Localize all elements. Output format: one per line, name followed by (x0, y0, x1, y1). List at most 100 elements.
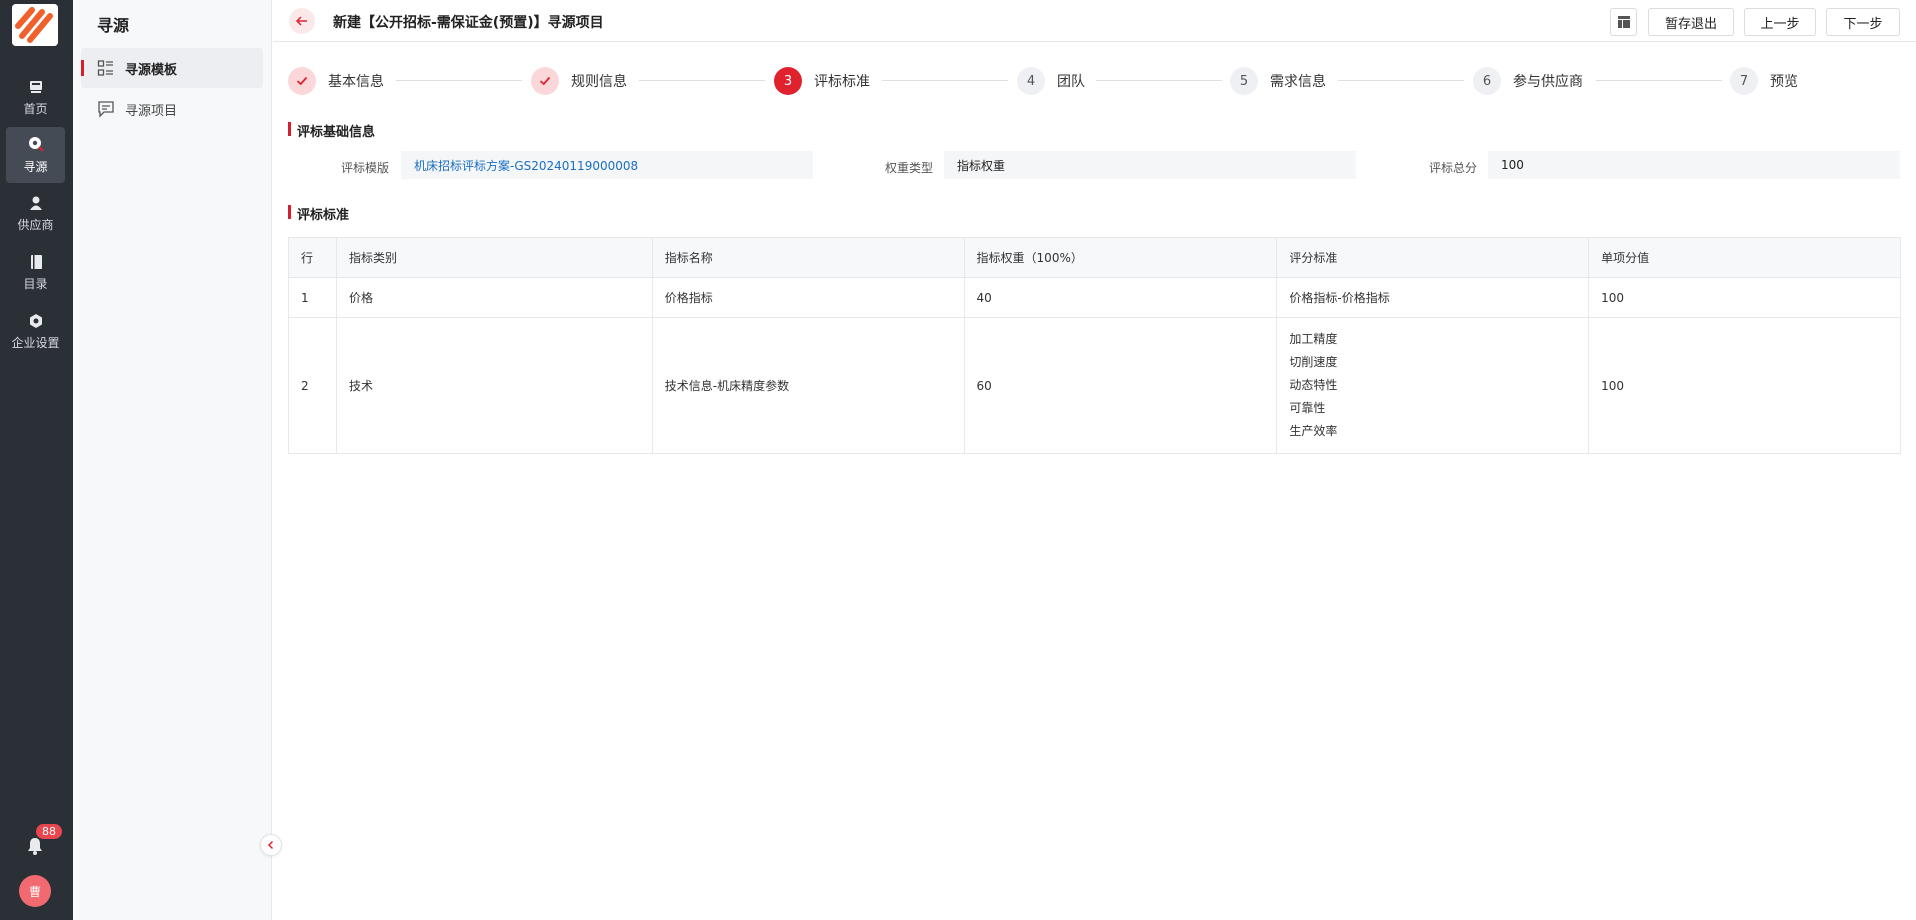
scoring-standard: 切削速度 (1289, 355, 1338, 369)
template-list-icon (97, 60, 113, 76)
section-title-basic: 评标基础信息 (288, 121, 375, 140)
step-connector (1596, 80, 1722, 81)
app-rail: 首页 寻源 供应商 目录 企业设置 88 曹 (0, 0, 73, 920)
sidebar-item-sourcing-template[interactable]: 寻源模板 (81, 48, 263, 88)
scoring-standard: 价格指标-价格指标 (1276, 277, 1590, 318)
scoring-standard: 加工精度 (1289, 332, 1338, 346)
check-icon (531, 67, 559, 95)
weight-type-label: 权重类型 (885, 161, 934, 175)
template-label: 评标模版 (341, 161, 390, 175)
step-requirement-info[interactable]: 5 需求信息 (1230, 66, 1326, 96)
notification-badge: 88 (35, 823, 63, 840)
nav-catalog[interactable]: 目录 (6, 245, 65, 301)
step-label: 需求信息 (1270, 74, 1326, 90)
indicator-category: 技术 (335, 317, 653, 454)
step-number: 6 (1473, 67, 1501, 95)
indicator-category: 价格 (335, 277, 653, 318)
nav-supplier[interactable]: 供应商 (6, 186, 65, 242)
nav-settings-label: 企业设置 (11, 336, 60, 350)
step-connector (396, 80, 522, 81)
back-button[interactable] (289, 8, 315, 34)
nav-home[interactable]: 首页 (6, 70, 65, 126)
step-preview[interactable]: 7 预览 (1730, 66, 1798, 96)
nav-home-label: 首页 (23, 102, 48, 116)
sidebar-collapse-button[interactable] (260, 834, 282, 856)
item-score: 100 (1588, 277, 1901, 318)
step-connector (1338, 80, 1464, 81)
nav-sourcing-label: 寻源 (23, 160, 48, 174)
step-connector (1096, 80, 1222, 81)
check-icon (288, 67, 316, 95)
step-number: 5 (1230, 67, 1258, 95)
chevron-left-icon (267, 840, 274, 850)
step-evaluation-criteria[interactable]: 3 评标标准 (774, 66, 870, 96)
scoring-standard: 生产效率 (1289, 424, 1338, 438)
step-number: 3 (774, 67, 802, 95)
step-connector (882, 80, 1008, 81)
sidebar-item-label: 寻源模板 (125, 62, 178, 78)
total-score-field: 100 (1488, 151, 1900, 179)
prev-step-button[interactable]: 上一步 (1744, 8, 1816, 36)
nav-sourcing[interactable]: 寻源 (6, 127, 65, 183)
column-header: 评分标准 (1276, 237, 1590, 278)
step-basic-info[interactable]: 基本信息 (288, 66, 384, 96)
indicator-weight: 60 (963, 317, 1278, 454)
indicator-name: 技术信息-机床精度参数 (651, 317, 965, 454)
page-header: 新建【公开招标-需保证金(预置)】寻源项目 暂存退出 上一步 下一步 (273, 0, 1916, 42)
supplier-icon (29, 196, 42, 210)
step-number: 7 (1730, 67, 1758, 95)
nav-settings[interactable]: 企业设置 (6, 304, 65, 360)
page-title: 新建【公开招标-需保证金(预置)】寻源项目 (333, 15, 604, 31)
column-header: 行 (288, 237, 337, 278)
table-row: 1 价格 价格指标 40 价格指标-价格指标 100 (288, 277, 1901, 318)
template-link[interactable]: 机床招标评标方案-GS20240119000008 (401, 151, 813, 179)
step-label: 团队 (1057, 74, 1085, 90)
project-chat-icon (98, 101, 114, 118)
step-progress: 基本信息 规则信息 3 评标标准 4 团队 5 需求信息 6 参与供应商 7 预… (288, 66, 1900, 96)
save-exit-button[interactable]: 暂存退出 (1648, 8, 1734, 36)
secondary-sidebar: 寻源 寻源模板 寻源项目 (73, 0, 272, 920)
nav-catalog-label: 目录 (23, 277, 48, 291)
step-number: 4 (1017, 67, 1045, 95)
step-connector (639, 80, 765, 81)
column-header: 指标类别 (335, 237, 653, 278)
home-icon (29, 81, 42, 93)
column-header: 单项分值 (1588, 237, 1901, 278)
section-title-criteria: 评标标准 (288, 204, 349, 223)
item-score: 100 (1588, 317, 1901, 454)
avatar[interactable]: 曹 (19, 875, 51, 907)
column-header: 指标权重（100%） (963, 237, 1278, 278)
app-logo[interactable] (12, 4, 58, 46)
table-header-row: 行 指标类别 指标名称 指标权重（100%） 评分标准 单项分值 (288, 237, 1901, 278)
row-number: 2 (288, 317, 337, 454)
sidebar-item-label: 寻源项目 (125, 103, 178, 119)
row-number: 1 (288, 277, 337, 318)
indicator-name: 价格指标 (651, 277, 965, 318)
step-label: 参与供应商 (1513, 74, 1583, 90)
layout-toggle-button[interactable] (1610, 8, 1637, 36)
sidebar-title: 寻源 (97, 16, 130, 35)
total-score-label: 评标总分 (1429, 161, 1478, 175)
step-suppliers[interactable]: 6 参与供应商 (1473, 66, 1583, 96)
table-row: 2 技术 技术信息-机床精度参数 60 加工精度 切削速度 动态特性 可靠性 生… (288, 317, 1901, 454)
scoring-standard: 动态特性 (1289, 378, 1338, 392)
sidebar-item-sourcing-project[interactable]: 寻源项目 (81, 89, 263, 129)
next-step-button[interactable]: 下一步 (1826, 8, 1900, 36)
nav-supplier-label: 供应商 (17, 218, 54, 232)
sourcing-icon (28, 137, 44, 152)
settings-icon (29, 314, 42, 328)
scoring-standard: 可靠性 (1289, 401, 1326, 415)
step-label: 评标标准 (814, 74, 870, 90)
step-rule-info[interactable]: 规则信息 (531, 66, 627, 96)
step-label: 预览 (1770, 74, 1798, 90)
indicator-weight: 40 (963, 277, 1278, 318)
scoring-standard-list: 加工精度 切削速度 动态特性 可靠性 生产效率 (1276, 317, 1590, 454)
weight-type-field: 指标权重 (944, 151, 1356, 179)
arrow-left-icon (295, 16, 307, 26)
column-header: 指标名称 (651, 237, 965, 278)
step-label: 基本信息 (328, 74, 384, 90)
catalog-icon (30, 255, 42, 269)
criteria-table: 行 指标类别 指标名称 指标权重（100%） 评分标准 单项分值 1 价格 价格… (288, 237, 1901, 454)
layout-icon (1617, 16, 1630, 28)
step-team[interactable]: 4 团队 (1017, 66, 1085, 96)
